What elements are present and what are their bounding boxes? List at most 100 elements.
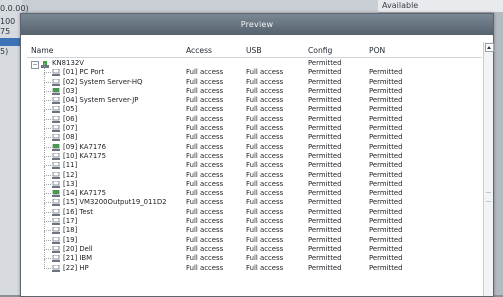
usb-cell: Full access — [246, 207, 284, 216]
access-cell: Full access — [186, 207, 224, 216]
usb-cell: Full access — [246, 217, 284, 226]
table-row[interactable]: [05] Full access Full access Permitted Permi… — [27, 100, 482, 114]
tree-connector — [44, 221, 51, 223]
pon-cell: Permitted — [369, 96, 403, 105]
background-fragment: 75 — [0, 27, 11, 36]
table-row[interactable]: [03] Full access Full access Permitted Permi… — [27, 81, 482, 96]
pc-icon — [52, 264, 60, 272]
table-header: Name Access USB Config PON — [27, 44, 482, 58]
scroll-up-arrow-icon[interactable] — [485, 43, 494, 52]
table-row[interactable]: [06] Full access Full access Permitted Permi… — [27, 109, 482, 124]
table-row[interactable]: [17] Full access Full access Permitted Permi… — [27, 212, 482, 226]
access-cell: Full access — [186, 68, 224, 77]
pon-cell: Permitted — [369, 105, 403, 114]
pc-icon — [52, 97, 60, 105]
config-cell: Permitted — [308, 114, 342, 123]
header-divider — [27, 57, 482, 58]
table-row[interactable]: [12] Full access Full access Permitted Permi… — [27, 165, 482, 180]
background-selection — [0, 38, 22, 46]
column-header-name[interactable]: Name — [31, 46, 53, 55]
pon-cell: Permitted — [369, 124, 403, 133]
tree-connector — [44, 72, 51, 74]
table-row[interactable]: [08] Full access Full access Permitted Permi… — [27, 128, 482, 142]
pon-cell: Permitted — [369, 114, 403, 123]
tree-connector — [44, 155, 51, 157]
table-row[interactable]: [13] Full access Full access Permitted Permi… — [27, 174, 482, 189]
access-cell: Full access — [186, 161, 224, 170]
table-row[interactable]: [19] Full access Full access Permitted Permi… — [27, 230, 482, 245]
tree-connector — [44, 109, 51, 111]
pon-cell: Permitted — [369, 161, 403, 170]
column-header-pon[interactable]: PON — [369, 46, 385, 55]
table-row[interactable]: [11] Full access Full access Permitted Permi… — [27, 156, 482, 170]
pc-icon — [52, 180, 60, 188]
tree-connector — [44, 81, 51, 83]
table-row[interactable]: [18] Full access Full access Permitted Permi… — [27, 221, 482, 235]
table-row[interactable]: [02] System Server-HQ Full access Full acc… — [27, 72, 482, 87]
access-cell: Full access — [186, 263, 224, 272]
config-cell: Permitted — [308, 207, 342, 216]
usb-cell: Full access — [246, 244, 284, 253]
access-cell: Full access — [186, 96, 224, 105]
config-cell: Permitted — [308, 77, 342, 86]
access-cell: Full access — [186, 170, 224, 179]
pon-cell: Permitted — [369, 263, 403, 272]
table-row[interactable]: [07] Full access Full access Permitted Permi… — [27, 119, 482, 133]
pon-cell: Permitted — [369, 217, 403, 226]
usb-cell: Full access — [246, 235, 284, 244]
config-cell: Permitted — [308, 124, 342, 133]
dialog-title[interactable]: Preview — [21, 14, 493, 35]
table-row[interactable]: [15] VM3200Output19_011D2 Full access Full… — [27, 193, 482, 207]
usb-cell: Full access — [246, 170, 284, 179]
pon-cell: Permitted — [369, 244, 403, 253]
table-row[interactable]: [16] Test Full access Full access Permitted… — [27, 202, 482, 217]
column-header-config[interactable]: Config — [308, 46, 332, 55]
scrollbar-grip[interactable] — [486, 192, 491, 202]
port-name-label: [05] — [63, 105, 78, 114]
port-name-label: [01] PC Port — [63, 68, 105, 77]
pon-cell: Permitted — [369, 151, 403, 160]
config-cell: Permitted — [308, 244, 342, 253]
pc-icon — [52, 115, 60, 123]
port-name-label: [22] HP — [63, 263, 89, 272]
table-row[interactable]: [04] System Server-JP Full access Full acc… — [27, 91, 482, 105]
table-row[interactable]: [14] KA7175 Full access Full access Permitt… — [27, 184, 482, 198]
usb-cell: Full access — [246, 114, 284, 123]
column-header-usb[interactable]: USB — [246, 46, 262, 55]
port-name-label: [12] — [63, 170, 78, 179]
table-row[interactable]: [09] KA7176 Full access Full access Permitt… — [27, 137, 482, 152]
background-status-field: Available — [378, 0, 503, 13]
vertical-scrollbar[interactable] — [483, 42, 494, 296]
port-name-label: [13] — [63, 179, 78, 188]
config-cell: Permitted — [308, 226, 342, 235]
tree-connector — [44, 267, 51, 269]
config-cell: Permitted — [308, 189, 342, 198]
port-name-label: [09] KA7176 — [63, 142, 106, 151]
usb-cell: Full access — [246, 189, 284, 198]
pc-icon — [52, 162, 60, 170]
config-cell: Permitted — [308, 254, 342, 263]
port-name-label: [19] — [63, 235, 78, 244]
pc-icon — [52, 227, 60, 235]
port-name-label: [11] — [63, 161, 78, 170]
port-name-label: [16] Test — [63, 207, 93, 216]
port-name-label: [14] KA7175 — [63, 189, 106, 198]
access-cell: Full access — [186, 142, 224, 151]
pon-cell: Permitted — [369, 198, 403, 207]
table-row[interactable]: [10] KA7175 Full access Full access Permitt… — [27, 146, 482, 161]
table-row[interactable]: [22] HP Full access Full access Permitted Pe… — [27, 258, 482, 273]
pc-icon — [52, 171, 60, 179]
tree-connector — [44, 146, 51, 148]
table-row[interactable]: [20] Dell Full access Full access Permitted… — [27, 239, 482, 254]
column-header-access[interactable]: Access — [186, 46, 212, 55]
tree-connector — [44, 174, 51, 176]
table-row[interactable]: [01] PC Port Full access Full access Permit… — [27, 63, 482, 77]
usb-cell: Full access — [246, 254, 284, 263]
usb-cell: Full access — [246, 151, 284, 160]
port-name-label: [02] System Server-HQ — [63, 77, 143, 86]
config-cell: Permitted — [308, 133, 342, 142]
tree-root-row[interactable]: − KN8132V Permitted — [27, 59, 482, 69]
table-body: − KN8132V Permitted [01] PC Port Full acc… — [27, 59, 482, 273]
table-row[interactable]: [21] IBM Full access Full access Permitted P… — [27, 249, 482, 263]
access-cell: Full access — [186, 226, 224, 235]
